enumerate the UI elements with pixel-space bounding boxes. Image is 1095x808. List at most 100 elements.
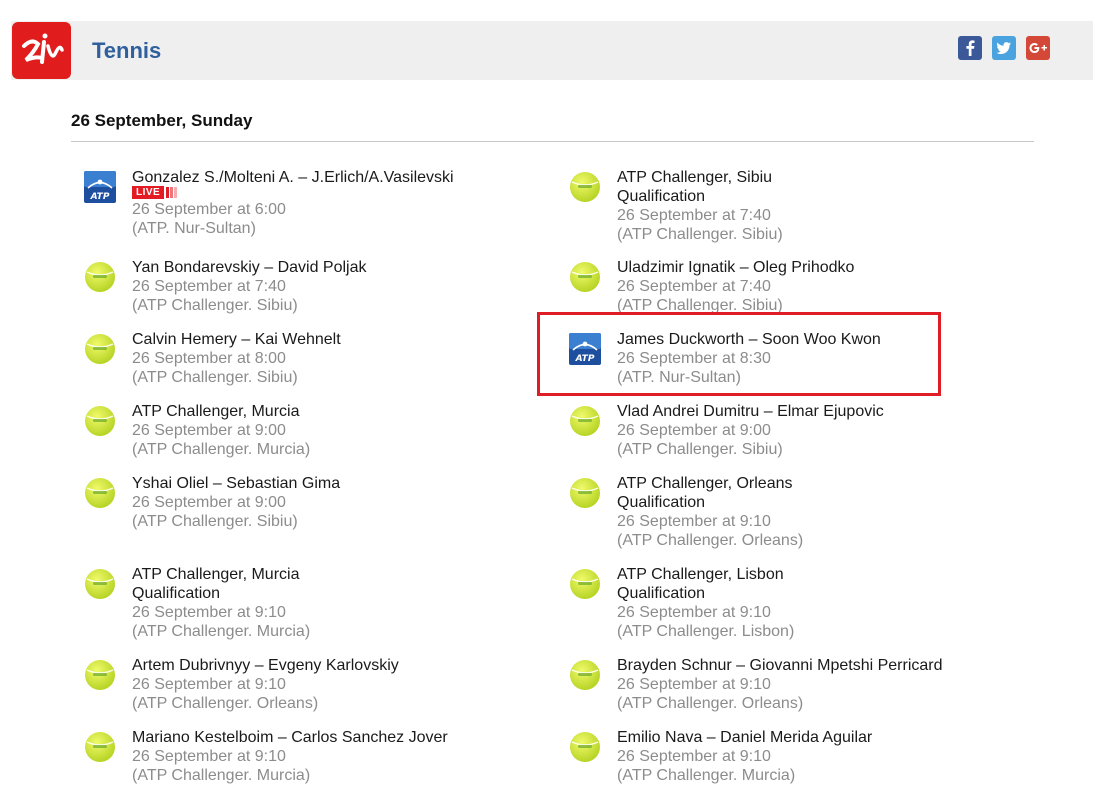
svg-text:ATP: ATP xyxy=(575,354,595,364)
tennis-ball-icon xyxy=(84,477,118,511)
event-title[interactable]: Vlad Andrei Dumitru – Elmar Ejupovic xyxy=(617,402,987,421)
tennis-ball-icon xyxy=(569,731,603,765)
tennis-ball-icon xyxy=(569,171,603,205)
event-item[interactable]: Artem Dubrivnyy – Evgeny Karlovskiy 26 Se… xyxy=(84,656,504,736)
event-tournament: (ATP Challenger. Sibiu) xyxy=(132,513,298,530)
event-time: 26 September at 9:10 xyxy=(617,513,771,530)
atp-icon: ATP xyxy=(84,171,118,205)
event-text: Brayden Schnur – Giovanni Mpetshi Perric… xyxy=(617,656,987,713)
event-title[interactable]: Gonzalez S./Molteni A. – J.Erlich/A.Vasi… xyxy=(132,168,502,187)
event-title[interactable]: Calvin Hemery – Kai Wehnelt xyxy=(132,330,502,349)
event-tournament: (ATP Challenger. Murcia) xyxy=(617,767,796,784)
event-item[interactable]: ATP Challenger, Murcia Qualification 26 Se… xyxy=(84,565,504,645)
event-title[interactable]: Uladzimir Ignatik – Oleg Prihodko xyxy=(617,258,987,277)
event-time: 26 September at 6:00 xyxy=(132,201,286,218)
event-text: ATP Challenger, Sibiu Qualification 26 Sep… xyxy=(617,168,987,244)
event-tournament: (ATP Challenger. Sibiu) xyxy=(617,441,783,458)
event-item[interactable]: ATP Gonzalez S./Molteni A. – J.Erlich/A.… xyxy=(84,168,504,248)
event-item[interactable]: Uladzimir Ignatik – Oleg Prihodko 26 Sept… xyxy=(569,258,989,338)
event-subtitle[interactable]: Qualification xyxy=(617,493,987,512)
event-title[interactable]: ATP Challenger, Lisbon xyxy=(617,565,987,584)
event-subtitle[interactable]: Qualification xyxy=(617,187,987,206)
event-title[interactable]: Yshai Oliel – Sebastian Gima xyxy=(132,474,502,493)
event-title[interactable]: Mariano Kestelboim – Carlos Sanchez Jove… xyxy=(132,728,502,747)
divider xyxy=(71,141,1034,142)
tennis-ball-icon xyxy=(569,405,603,439)
site-logo[interactable] xyxy=(12,22,71,79)
event-item[interactable]: Mariano Kestelboim – Carlos Sanchez Jove… xyxy=(84,728,504,808)
event-time: 26 September at 7:40 xyxy=(617,278,771,295)
event-tournament: (ATP Challenger. Orleans) xyxy=(617,532,804,549)
event-tournament: (ATP Challenger. Sibiu) xyxy=(617,226,783,243)
event-item[interactable]: ATP Challenger, Lisbon Qualification 26 Se… xyxy=(569,565,989,645)
event-time: 26 September at 9:10 xyxy=(617,676,771,693)
event-title[interactable]: James Duckworth – Soon Woo Kwon xyxy=(617,330,987,349)
event-item[interactable]: Yshai Oliel – Sebastian Gima 26 September… xyxy=(84,474,504,554)
event-time: 26 September at 9:00 xyxy=(132,494,286,511)
event-item[interactable]: ATP Challenger, Murcia 26 September at 9:… xyxy=(84,402,504,482)
event-text: Yan Bondarevskiy – David Poljak 26 Septem… xyxy=(132,258,502,315)
tennis-ball-icon xyxy=(569,477,603,511)
event-item[interactable]: Emilio Nava – Daniel Merida Aguilar 26 Se… xyxy=(569,728,989,808)
event-item[interactable]: ATP Challenger, Sibiu Qualification 26 Sep… xyxy=(569,168,989,248)
event-subtitle[interactable]: Qualification xyxy=(617,584,987,603)
event-text: Calvin Hemery – Kai Wehnelt 26 September … xyxy=(132,330,502,387)
event-title[interactable]: Emilio Nava – Daniel Merida Aguilar xyxy=(617,728,987,747)
event-text: Yshai Oliel – Sebastian Gima 26 September… xyxy=(132,474,502,531)
event-time: 26 September at 9:00 xyxy=(132,422,286,439)
event-text: Gonzalez S./Molteni A. – J.Erlich/A.Vasi… xyxy=(132,168,502,238)
event-tournament: (ATP Challenger. Sibiu) xyxy=(132,369,298,386)
event-item[interactable]: Vlad Andrei Dumitru – Elmar Ejupovic 26 S… xyxy=(569,402,989,482)
event-title[interactable]: Artem Dubrivnyy – Evgeny Karlovskiy xyxy=(132,656,502,675)
event-time: 26 September at 9:10 xyxy=(132,748,286,765)
event-text: Emilio Nava – Daniel Merida Aguilar 26 Se… xyxy=(617,728,987,785)
twitter-icon[interactable] xyxy=(992,36,1016,60)
event-text: ATP Challenger, Murcia 26 September at 9:… xyxy=(132,402,502,459)
event-item[interactable]: ATP Challenger, Orleans Qualification 26 S… xyxy=(569,474,989,554)
event-tournament: (ATP Challenger. Murcia) xyxy=(132,441,311,458)
event-tournament: (ATP Challenger. Sibiu) xyxy=(617,297,783,314)
event-title[interactable]: Brayden Schnur – Giovanni Mpetshi Perric… xyxy=(617,656,987,675)
tennis-ball-icon xyxy=(84,405,118,439)
date-heading: 26 September, Sunday xyxy=(71,111,253,130)
header-bar xyxy=(11,21,1093,80)
event-item[interactable]: Calvin Hemery – Kai Wehnelt 26 September … xyxy=(84,330,504,410)
tennis-ball-icon xyxy=(84,333,118,367)
event-time: 26 September at 7:40 xyxy=(132,278,286,295)
page-title: Tennis xyxy=(92,38,162,63)
event-text: ATP Challenger, Orleans Qualification 26 S… xyxy=(617,474,987,550)
tennis-ball-icon xyxy=(569,659,603,693)
event-tournament: (ATP. Nur-Sultan) xyxy=(132,220,256,237)
event-title[interactable]: ATP Challenger, Murcia xyxy=(132,402,502,421)
tennis-ball-icon xyxy=(84,731,118,765)
google-plus-icon[interactable] xyxy=(1026,36,1050,60)
live-label: LIVE xyxy=(132,186,165,199)
event-tournament: (ATP Challenger. Orleans) xyxy=(132,695,319,712)
event-tournament: (ATP Challenger. Orleans) xyxy=(617,695,804,712)
event-item[interactable]: ATP James Duckworth – Soon Woo Kwon 26 Se… xyxy=(569,330,989,410)
event-time: 26 September at 9:10 xyxy=(132,676,286,693)
tennis-ball-icon xyxy=(84,261,118,295)
facebook-icon[interactable] xyxy=(958,36,982,60)
event-text: Uladzimir Ignatik – Oleg Prihodko 26 Sept… xyxy=(617,258,987,315)
event-text: Mariano Kestelboim – Carlos Sanchez Jove… xyxy=(132,728,502,785)
event-tournament: (ATP Challenger. Sibiu) xyxy=(132,297,298,314)
event-text: Artem Dubrivnyy – Evgeny Karlovskiy 26 Se… xyxy=(132,656,502,713)
event-item[interactable]: Yan Bondarevskiy – David Poljak 26 Septem… xyxy=(84,258,504,338)
event-text: ATP Challenger, Murcia Qualification 26 Se… xyxy=(132,565,502,641)
event-tournament: (ATP Challenger. Lisbon) xyxy=(617,623,795,640)
event-title[interactable]: ATP Challenger, Sibiu xyxy=(617,168,987,187)
event-title[interactable]: Yan Bondarevskiy – David Poljak xyxy=(132,258,502,277)
tennis-ball-icon xyxy=(84,568,118,602)
event-tournament: (ATP Challenger. Murcia) xyxy=(132,767,311,784)
event-text: James Duckworth – Soon Woo Kwon 26 Septem… xyxy=(617,330,987,387)
event-subtitle[interactable]: Qualification xyxy=(132,584,502,603)
event-text: Vlad Andrei Dumitru – Elmar Ejupovic 26 S… xyxy=(617,402,987,459)
event-time: 26 September at 9:10 xyxy=(132,604,286,621)
event-title[interactable]: ATP Challenger, Orleans xyxy=(617,474,987,493)
event-time: 26 September at 9:00 xyxy=(617,422,771,439)
event-time: 26 September at 9:10 xyxy=(617,604,771,621)
live-badge: LIVE xyxy=(132,186,502,199)
event-title[interactable]: ATP Challenger, Murcia xyxy=(132,565,502,584)
event-item[interactable]: Brayden Schnur – Giovanni Mpetshi Perric… xyxy=(569,656,989,736)
